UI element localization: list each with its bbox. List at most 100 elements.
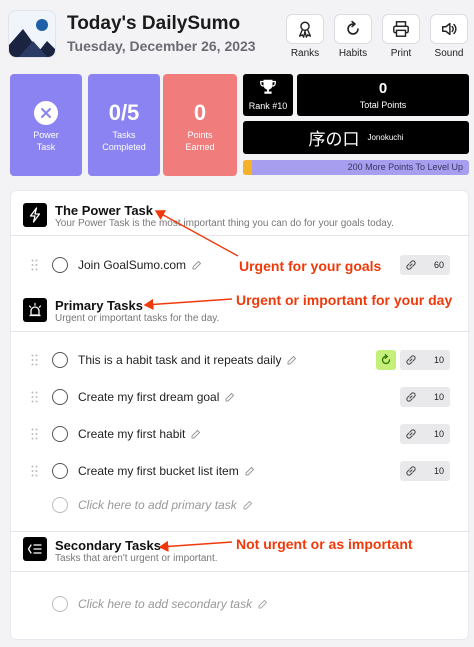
primary-tasks-title: Primary Tasks xyxy=(55,298,143,313)
tasks-completed-value: 0/5 xyxy=(108,100,140,125)
task-checkbox xyxy=(52,497,68,513)
task-text[interactable]: This is a habit task and it repeats dail… xyxy=(78,353,297,367)
level-progress-text: 200 More Points To Level Up xyxy=(347,162,463,172)
edit-icon[interactable] xyxy=(192,260,202,270)
task-checkbox[interactable] xyxy=(52,426,68,442)
alarm-icon xyxy=(23,298,47,322)
drag-handle-icon[interactable] xyxy=(31,465,38,477)
annotation-secondary: Not urgent or as important xyxy=(236,536,413,552)
annotation-primary: Urgent or important for your day xyxy=(236,292,453,308)
power-task-label-2: Task xyxy=(36,142,56,152)
trophy-icon xyxy=(260,79,276,94)
refresh-icon xyxy=(347,20,359,35)
task-row[interactable]: Create my first bucket list item 10 xyxy=(11,456,470,486)
ranks-label: Ranks xyxy=(290,48,320,59)
divider xyxy=(11,571,470,572)
sound-label: Sound xyxy=(434,48,464,59)
link-icon xyxy=(406,429,416,439)
task-points-badge[interactable]: 10 xyxy=(400,424,450,444)
habits-label: Habits xyxy=(338,48,368,59)
task-checkbox[interactable] xyxy=(52,352,68,368)
task-points-badge[interactable]: 10 xyxy=(400,461,450,481)
sound-button[interactable] xyxy=(430,14,468,44)
task-row[interactable]: Create my first habit 10 xyxy=(11,419,470,449)
task-checkbox[interactable] xyxy=(52,257,68,273)
tasks-completed-label-1: Tasks xyxy=(112,130,136,140)
edit-icon[interactable] xyxy=(258,599,268,609)
app-header: Today's DailySumo Tuesday, December 26, … xyxy=(0,0,474,68)
current-date: Tuesday, December 26, 2023 xyxy=(67,38,256,54)
task-points: 10 xyxy=(433,429,444,439)
divider xyxy=(11,235,470,236)
points-earned-label-2: Earned xyxy=(185,142,215,152)
task-text[interactable]: Create my first dream goal xyxy=(78,390,235,404)
task-text[interactable]: Create my first habit xyxy=(78,427,201,441)
add-primary-task-input[interactable]: Click here to add primary task xyxy=(78,498,253,512)
task-points: 10 xyxy=(433,466,444,476)
task-checkbox[interactable] xyxy=(52,463,68,479)
task-points-badge[interactable]: 10 xyxy=(400,387,450,407)
task-checkbox xyxy=(52,596,68,612)
drag-handle-icon[interactable] xyxy=(31,259,38,271)
tasks-completed-card: 0/5 Tasks Completed xyxy=(88,74,160,176)
habit-repeat-icon[interactable] xyxy=(376,350,396,370)
secondary-tasks-subtitle: Tasks that aren't urgent or important. xyxy=(55,553,218,564)
link-icon xyxy=(406,260,416,270)
power-task-card[interactable]: Power Task xyxy=(10,74,82,176)
edit-icon[interactable] xyxy=(287,355,297,365)
task-points: 60 xyxy=(433,260,444,270)
divider xyxy=(11,331,470,332)
power-task-subtitle: Your Power Task is the most important th… xyxy=(55,218,394,229)
secondary-tasks-title: Secondary Tasks xyxy=(55,538,161,553)
task-points: 10 xyxy=(433,355,444,365)
sumo-rank-kanji: 序の口 xyxy=(308,130,360,150)
drag-handle-icon[interactable] xyxy=(31,354,38,366)
total-points-box: 0 Total Points xyxy=(297,74,469,116)
level-progress-bar: 200 More Points To Level Up xyxy=(243,160,469,175)
task-points: 10 xyxy=(433,392,444,402)
lightning-icon xyxy=(23,203,47,227)
primary-tasks-subtitle: Urgent or important tasks for the day. xyxy=(55,313,220,324)
link-icon xyxy=(406,355,416,365)
print-label: Print xyxy=(390,48,412,59)
link-icon xyxy=(406,392,416,402)
points-earned-card: 0 Points Earned xyxy=(163,74,237,176)
task-points-badge[interactable]: 60 xyxy=(400,255,450,275)
divider xyxy=(11,531,470,532)
app-logo xyxy=(8,10,56,58)
task-checkbox[interactable] xyxy=(52,389,68,405)
printer-icon xyxy=(393,21,409,37)
edit-icon[interactable] xyxy=(243,500,253,510)
edit-icon[interactable] xyxy=(191,429,201,439)
rank-label: Rank #10 xyxy=(248,101,288,111)
edit-icon[interactable] xyxy=(225,392,235,402)
edit-icon[interactable] xyxy=(245,466,255,476)
speaker-icon xyxy=(441,22,457,36)
task-row[interactable]: Create my first dream goal 10 xyxy=(11,382,470,412)
drag-handle-icon[interactable] xyxy=(31,428,38,440)
add-primary-task-row[interactable]: Click here to add primary task xyxy=(11,490,470,520)
sumo-rank-romaji: Jonokuchi xyxy=(367,133,404,142)
habits-button[interactable] xyxy=(334,14,372,44)
print-button[interactable] xyxy=(382,14,420,44)
add-secondary-task-row[interactable]: Click here to add secondary task xyxy=(11,589,470,619)
drag-handle-icon[interactable] xyxy=(31,391,38,403)
task-text[interactable]: Create my first bucket list item xyxy=(78,464,255,478)
total-points-label: Total Points xyxy=(359,100,407,110)
power-task-status-icon xyxy=(34,101,58,125)
total-points-value: 0 xyxy=(378,80,388,97)
ranks-button[interactable] xyxy=(286,14,324,44)
annotation-power: Urgent for your goals xyxy=(239,258,382,274)
power-task-label-1: Power xyxy=(33,130,59,140)
task-row[interactable]: This is a habit task and it repeats dail… xyxy=(11,345,470,375)
sumo-rank-box: 序の口 Jonokuchi xyxy=(243,121,469,154)
task-text[interactable]: Join GoalSumo.com xyxy=(78,258,202,272)
ribbon-icon xyxy=(298,21,312,38)
points-earned-label-1: Points xyxy=(187,130,213,140)
rank-badge[interactable]: Rank #10 xyxy=(243,74,293,116)
add-secondary-task-input[interactable]: Click here to add secondary task xyxy=(78,597,268,611)
task-points-badge[interactable]: 10 xyxy=(400,350,450,370)
secondary-list-icon xyxy=(23,537,47,561)
link-icon xyxy=(406,466,416,476)
level-progress-fill xyxy=(243,160,253,175)
